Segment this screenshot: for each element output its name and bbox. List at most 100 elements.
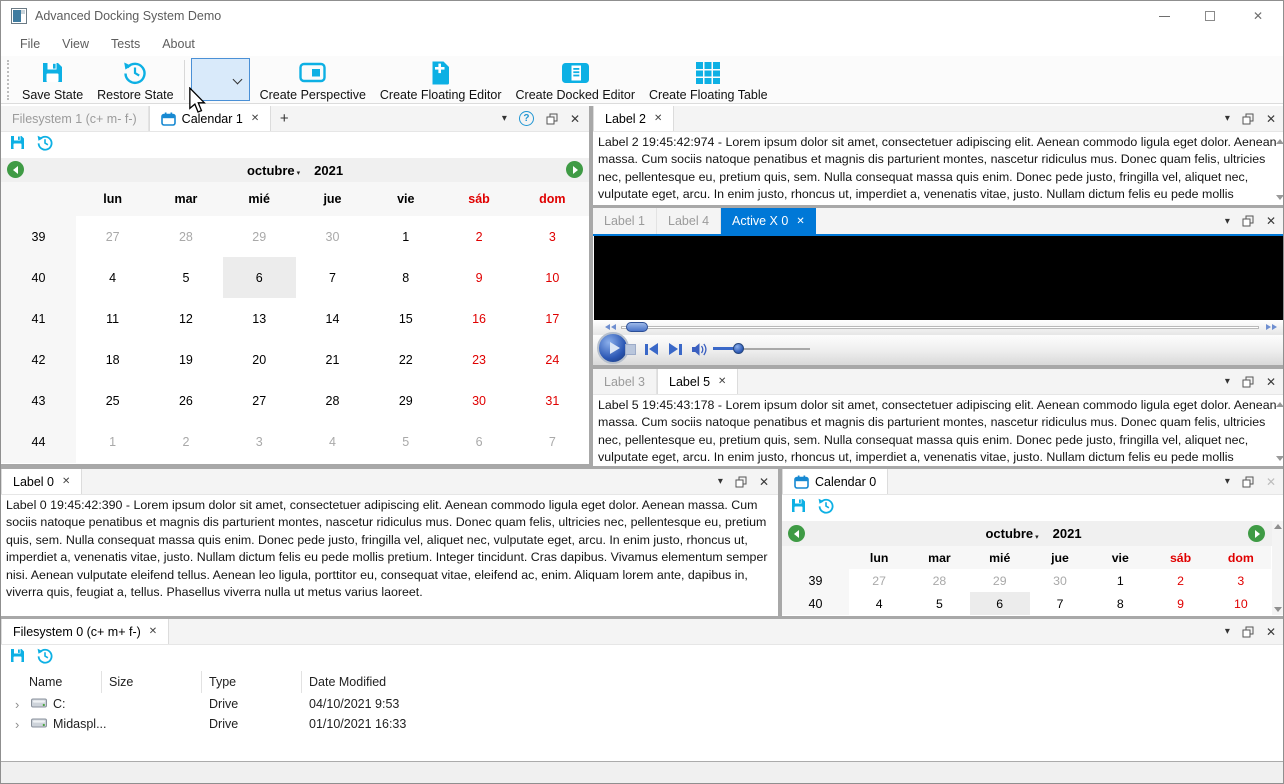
tab-calendar-1[interactable]: Calendar 1 ✕ bbox=[148, 106, 272, 131]
detach-button[interactable] bbox=[735, 476, 747, 488]
year-label[interactable]: 2021 bbox=[314, 163, 343, 178]
tab-label-3[interactable]: Label 3 bbox=[593, 369, 658, 394]
table-row[interactable]: › Midaspl... Drive 01/10/2021 16:33 bbox=[1, 715, 1283, 735]
close-panel-button[interactable]: ✕ bbox=[1266, 214, 1276, 228]
close-tab-icon[interactable]: ✕ bbox=[251, 113, 259, 124]
tab-menu-button[interactable]: ▾ bbox=[502, 113, 507, 124]
close-panel-button[interactable]: ✕ bbox=[1266, 475, 1276, 489]
perspective-combobox[interactable] bbox=[190, 58, 250, 101]
table-row[interactable]: › C: Drive 04/10/2021 9:53 bbox=[1, 695, 1283, 715]
create-floating-editor-button[interactable]: Create Floating Editor bbox=[373, 58, 509, 102]
calendar-day[interactable]: 30 bbox=[296, 216, 369, 257]
column-header-name[interactable]: Name bbox=[29, 675, 62, 689]
column-divider[interactable] bbox=[301, 671, 302, 693]
tab-label-5[interactable]: Label 5 ✕ bbox=[657, 369, 739, 394]
tab-label-1[interactable]: Label 1 bbox=[593, 208, 658, 234]
calendar-day[interactable]: 28 bbox=[909, 569, 969, 592]
detach-button[interactable] bbox=[1242, 113, 1254, 125]
fast-forward-icon[interactable] bbox=[1266, 324, 1277, 330]
toolbar-drag-handle[interactable] bbox=[7, 59, 13, 100]
tab-menu-button[interactable]: ▾ bbox=[1225, 476, 1230, 487]
menu-about[interactable]: About bbox=[151, 37, 206, 51]
save-icon[interactable] bbox=[9, 647, 26, 669]
calendar-day[interactable]: 29 bbox=[223, 216, 296, 257]
tab-calendar-0[interactable]: Calendar 0 bbox=[782, 469, 889, 494]
rewind-icon[interactable] bbox=[605, 324, 616, 330]
close-tab-icon[interactable]: ✕ bbox=[62, 476, 70, 487]
calendar-day[interactable]: 6 bbox=[222, 257, 296, 299]
calendar-day[interactable]: 30 bbox=[1030, 569, 1090, 592]
calendar-day[interactable]: 22 bbox=[369, 340, 442, 381]
month-label[interactable]: octubre bbox=[247, 163, 295, 178]
close-tab-icon[interactable]: ✕ bbox=[718, 376, 726, 387]
column-divider[interactable] bbox=[101, 671, 102, 693]
calendar-day[interactable]: 1 bbox=[76, 422, 149, 463]
restore-state-button[interactable]: Restore State bbox=[90, 58, 180, 102]
prev-month-button[interactable] bbox=[788, 525, 805, 542]
save-state-button[interactable]: Save State bbox=[15, 58, 90, 102]
calendar-day[interactable]: 29 bbox=[970, 569, 1030, 592]
tab-label-4[interactable]: Label 4 bbox=[657, 208, 722, 234]
column-header-type[interactable]: Type bbox=[209, 675, 236, 689]
calendar-day[interactable]: 10 bbox=[1211, 592, 1271, 615]
close-panel-button[interactable]: ✕ bbox=[1266, 112, 1276, 126]
calendar-day[interactable]: 10 bbox=[516, 257, 589, 298]
calendar-day[interactable]: 1 bbox=[1090, 569, 1150, 592]
scrollbar[interactable] bbox=[1272, 521, 1283, 615]
calendar-day[interactable]: 11 bbox=[76, 298, 149, 339]
calendar-day[interactable]: 28 bbox=[296, 381, 369, 422]
volume-icon[interactable] bbox=[691, 342, 708, 362]
calendar-day[interactable]: 4 bbox=[76, 257, 149, 298]
maximize-button[interactable] bbox=[1187, 1, 1233, 31]
calendar-day[interactable]: 21 bbox=[296, 340, 369, 381]
tree-expand-icon[interactable]: › bbox=[15, 697, 19, 712]
previous-track-button[interactable] bbox=[645, 343, 658, 355]
year-label[interactable]: 2021 bbox=[1053, 526, 1082, 541]
calendar-day[interactable]: 3 bbox=[1211, 569, 1271, 592]
create-floating-table-button[interactable]: Create Floating Table bbox=[642, 58, 775, 102]
calendar-day[interactable]: 24 bbox=[516, 340, 589, 381]
tab-menu-button[interactable]: ▾ bbox=[1225, 113, 1230, 124]
calendar-day[interactable]: 13 bbox=[223, 298, 296, 339]
calendar-day[interactable]: 27 bbox=[849, 569, 909, 592]
close-panel-button[interactable]: ✕ bbox=[759, 475, 769, 489]
add-tab-button[interactable]: + bbox=[271, 106, 297, 131]
restore-icon[interactable] bbox=[36, 647, 54, 670]
prev-month-button[interactable] bbox=[7, 161, 24, 178]
calendar-day[interactable]: 12 bbox=[149, 298, 222, 339]
detach-button[interactable] bbox=[1242, 376, 1254, 388]
calendar-day[interactable]: 5 bbox=[149, 257, 222, 298]
menu-file[interactable]: File bbox=[9, 37, 51, 51]
calendar-day[interactable]: 8 bbox=[369, 257, 442, 298]
calendar-day[interactable]: 7 bbox=[516, 422, 589, 463]
calendar-day[interactable]: 27 bbox=[223, 381, 296, 422]
next-month-button[interactable] bbox=[1248, 525, 1265, 542]
stop-button[interactable] bbox=[625, 344, 636, 355]
calendar-day[interactable]: 6 bbox=[442, 422, 515, 463]
calendar-day[interactable]: 3 bbox=[516, 216, 589, 257]
menu-view[interactable]: View bbox=[51, 37, 100, 51]
calendar-day[interactable]: 29 bbox=[369, 381, 442, 422]
tree-expand-icon[interactable]: › bbox=[15, 717, 19, 732]
calendar-day[interactable]: 4 bbox=[296, 422, 369, 463]
calendar-day[interactable]: 7 bbox=[1030, 592, 1090, 615]
save-icon[interactable] bbox=[790, 497, 807, 519]
column-header-date-modified[interactable]: Date Modified bbox=[309, 675, 386, 689]
restore-icon[interactable] bbox=[36, 134, 54, 157]
month-label[interactable]: octubre bbox=[985, 526, 1033, 541]
tab-label-2[interactable]: Label 2 ✕ bbox=[593, 106, 675, 131]
seek-track[interactable] bbox=[621, 326, 1259, 329]
calendar-day[interactable]: 5 bbox=[909, 592, 969, 615]
tab-menu-button[interactable]: ▾ bbox=[1225, 626, 1230, 637]
close-panel-button[interactable]: ✕ bbox=[1266, 375, 1276, 389]
calendar-day[interactable]: 9 bbox=[1150, 592, 1210, 615]
close-window-button[interactable]: ✕ bbox=[1235, 1, 1281, 31]
column-divider[interactable] bbox=[201, 671, 202, 693]
restore-icon[interactable] bbox=[817, 497, 835, 520]
calendar-day[interactable]: 7 bbox=[296, 257, 369, 298]
tab-menu-button[interactable]: ▾ bbox=[1225, 376, 1230, 387]
calendar-day[interactable]: 6 bbox=[969, 592, 1030, 615]
seek-thumb[interactable] bbox=[626, 322, 648, 332]
help-button[interactable]: ? bbox=[518, 111, 534, 126]
calendar-day[interactable]: 27 bbox=[76, 216, 149, 257]
